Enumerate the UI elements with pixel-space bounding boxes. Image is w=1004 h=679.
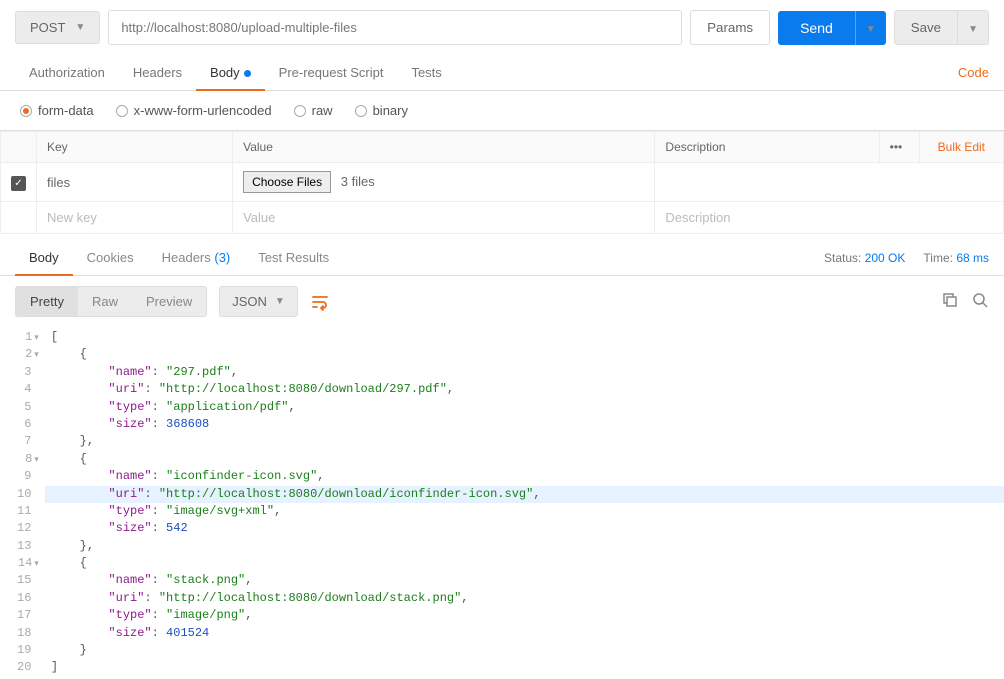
new-key-input[interactable]: New key: [47, 210, 97, 225]
url-input[interactable]: [108, 10, 682, 45]
save-group: Save ▼: [894, 10, 989, 45]
radio-label: raw: [312, 103, 333, 118]
radio-urlencoded[interactable]: x-www-form-urlencoded: [116, 103, 272, 118]
headers-count: (3): [214, 250, 230, 265]
send-dropdown-button[interactable]: ▼: [855, 11, 886, 45]
language-dropdown[interactable]: JSON ▼: [219, 286, 298, 317]
wrap-lines-button[interactable]: [310, 292, 330, 312]
resp-tab-body[interactable]: Body: [15, 240, 73, 275]
viewer-right: [941, 291, 989, 312]
col-checkbox: [1, 132, 37, 163]
language-label: JSON: [232, 294, 267, 309]
resp-tab-test-results[interactable]: Test Results: [244, 240, 343, 275]
radio-binary[interactable]: binary: [355, 103, 408, 118]
chevron-down-icon: ▼: [275, 296, 285, 307]
table-row-new: New key Value Description: [1, 202, 1004, 234]
wrap-icon: [310, 292, 330, 312]
new-desc-input[interactable]: Description: [665, 210, 730, 225]
time-value: 68 ms: [956, 251, 989, 265]
chevron-down-icon: ▼: [75, 22, 85, 33]
status-label: Status:: [824, 251, 861, 265]
send-group: Send ▼: [778, 11, 886, 45]
chevron-down-icon: ▼: [866, 24, 876, 35]
http-method-label: POST: [30, 20, 65, 35]
tab-prerequest[interactable]: Pre-request Script: [265, 55, 398, 90]
viewer-toolbar: Pretty Raw Preview JSON ▼: [0, 276, 1004, 327]
http-method-dropdown[interactable]: POST ▼: [15, 11, 100, 44]
radio-icon: [294, 105, 306, 117]
save-dropdown-button[interactable]: ▼: [958, 10, 989, 45]
bulk-edit-link[interactable]: Bulk Edit: [930, 140, 993, 154]
resp-tab-cookies[interactable]: Cookies: [73, 240, 148, 275]
response-meta: Status: 200 OK Time: 68 ms: [824, 251, 989, 265]
file-count-label: 3 files: [341, 174, 375, 189]
col-value: Value: [233, 132, 655, 163]
radio-icon: [116, 105, 128, 117]
code-content[interactable]: [ { "name": "297.pdf", "uri": "http://lo…: [45, 327, 1004, 679]
col-kebab[interactable]: •••: [879, 132, 919, 163]
search-icon[interactable]: [971, 291, 989, 312]
save-button[interactable]: Save: [894, 10, 958, 45]
time-label: Time:: [923, 251, 953, 265]
radio-form-data[interactable]: form-data: [20, 103, 94, 118]
cell-description[interactable]: [655, 163, 1004, 202]
code-link[interactable]: Code: [958, 55, 989, 90]
status-value: 200 OK: [865, 251, 906, 265]
new-value-input[interactable]: Value: [243, 210, 275, 225]
view-preview[interactable]: Preview: [132, 287, 206, 316]
body-type-radios: form-data x-www-form-urlencoded raw bina…: [0, 91, 1004, 131]
radio-raw[interactable]: raw: [294, 103, 333, 118]
radio-icon: [355, 105, 367, 117]
radio-label: binary: [373, 103, 408, 118]
unsaved-dot-icon: [244, 70, 251, 77]
col-description: Description: [655, 132, 879, 163]
row-checkbox[interactable]: ✓: [11, 176, 26, 191]
params-button[interactable]: Params: [690, 10, 770, 45]
chevron-down-icon: ▼: [968, 24, 978, 35]
tab-body[interactable]: Body: [196, 55, 265, 90]
radio-label: x-www-form-urlencoded: [134, 103, 272, 118]
choose-files-button[interactable]: Choose Files: [243, 171, 331, 193]
send-button[interactable]: Send: [778, 11, 855, 45]
resp-tab-headers[interactable]: Headers (3): [148, 240, 245, 275]
col-key: Key: [37, 132, 233, 163]
response-tabs: Body Cookies Headers (3) Test Results St…: [0, 240, 1004, 276]
view-pretty[interactable]: Pretty: [16, 287, 78, 316]
resp-tab-headers-label: Headers: [162, 250, 211, 265]
radio-icon: [20, 105, 32, 117]
table-row: ✓ files Choose Files 3 files: [1, 163, 1004, 202]
request-tabs: Authorization Headers Body Pre-request S…: [0, 55, 1004, 91]
cell-value: Choose Files 3 files: [233, 163, 655, 202]
tab-body-label: Body: [210, 65, 240, 80]
view-raw[interactable]: Raw: [78, 287, 132, 316]
form-data-table: Key Value Description ••• Bulk Edit ✓ fi…: [0, 131, 1004, 234]
view-mode-group: Pretty Raw Preview: [15, 286, 207, 317]
copy-icon[interactable]: [941, 291, 959, 312]
response-body-viewer[interactable]: 1▾2▾3 4 5 6 7 8▾9 10 11 12 13 14▾15 16 1…: [0, 327, 1004, 679]
cell-key[interactable]: files: [37, 163, 233, 202]
tab-tests[interactable]: Tests: [397, 55, 455, 90]
request-topbar: POST ▼ Params Send ▼ Save ▼: [0, 0, 1004, 55]
radio-label: form-data: [38, 103, 94, 118]
tab-headers[interactable]: Headers: [119, 55, 196, 90]
line-gutter: 1▾2▾3 4 5 6 7 8▾9 10 11 12 13 14▾15 16 1…: [15, 327, 45, 679]
tab-authorization[interactable]: Authorization: [15, 55, 119, 90]
